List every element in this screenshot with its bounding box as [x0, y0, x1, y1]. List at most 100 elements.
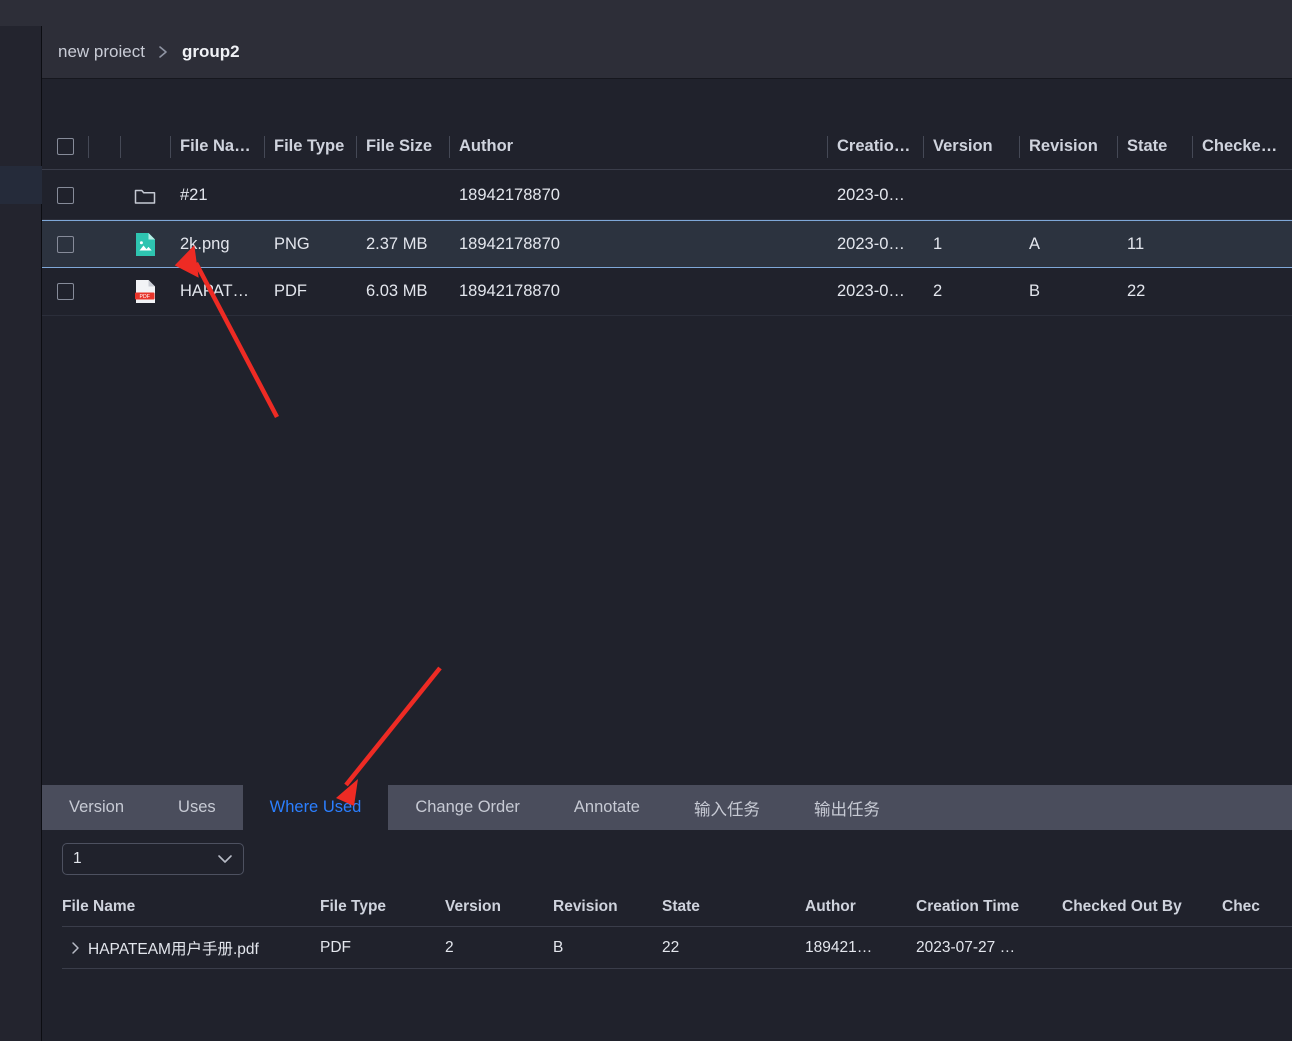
table-row[interactable]: #21 18942178870 2023-0…	[42, 172, 1292, 220]
cell-revision	[1019, 172, 1117, 219]
details-tab-bar: Version Uses Where Used Change Order Ann…	[42, 785, 1292, 830]
row-checkbox[interactable]	[56, 283, 74, 300]
cell-state: 11	[1117, 221, 1192, 267]
image-file-icon	[120, 221, 170, 267]
table-row[interactable]: HAPATEAM用户手册.pdf PDF 2 B 22 189421… 2023…	[62, 927, 1292, 969]
cell-file-type-text: PNG	[274, 234, 310, 253]
cell-file-name: 2k.png	[170, 221, 264, 267]
cell-author-text: 18942178870	[459, 282, 560, 300]
tab-change-order[interactable]: Change Order	[388, 785, 547, 830]
wu-column-header-author[interactable]: Author	[805, 898, 916, 916]
breadcrumb: new proiect group2	[42, 26, 1292, 79]
cell-revision-text: B	[1029, 282, 1041, 300]
tab-output-task[interactable]: 输出任务	[787, 785, 907, 830]
cell-creation-time-text: 2023-0…	[837, 234, 905, 253]
column-header-creation-time[interactable]: Creatio…	[827, 124, 923, 170]
row-checkbox[interactable]	[56, 187, 74, 204]
cell-file-name-text: 2k.png	[180, 234, 230, 253]
cell-checked-out-by	[1192, 268, 1284, 315]
rail-item-active[interactable]	[0, 166, 42, 204]
select-all-cell[interactable]	[42, 124, 88, 169]
column-header-checked-out-by-label: Checke…	[1202, 137, 1278, 155]
file-table-header: File Na… File Type File Size Author Crea…	[42, 124, 1292, 170]
cell-creation-time: 2023-0…	[827, 268, 923, 315]
chevron-down-icon	[217, 854, 233, 864]
tab-uses[interactable]: Uses	[151, 785, 243, 830]
cell-file-name-text: HAPAT…	[180, 282, 250, 300]
cell-file-type: PNG	[264, 221, 356, 267]
cell-creation-time: 2023-0…	[827, 221, 923, 267]
wu-cell-creation-time: 2023-07-27 …	[916, 938, 1016, 956]
wu-column-header-file-type[interactable]: File Type	[320, 898, 445, 916]
cell-file-size	[356, 172, 449, 219]
wu-column-header-state[interactable]: State	[662, 898, 805, 916]
tab-version[interactable]: Version	[42, 785, 151, 830]
title-bar	[0, 0, 1292, 26]
svg-text:PDF: PDF	[139, 294, 149, 300]
column-header-version[interactable]: Version	[923, 124, 1019, 170]
cell-version	[923, 172, 1019, 219]
where-used-table-header: File Name File Type Version Revision Sta…	[62, 887, 1292, 927]
select-all-checkbox[interactable]	[56, 138, 74, 155]
wu-column-header-checked-out-by[interactable]: Checked Out By	[1062, 898, 1222, 916]
cell-file-type-text: PDF	[274, 282, 307, 300]
column-header-file-name-label: File Na…	[180, 137, 251, 155]
wu-cell-version: 2	[445, 938, 454, 956]
level-select[interactable]: 1	[62, 843, 244, 875]
column-header-file-size-label: File Size	[366, 137, 433, 155]
cell-file-type: PDF	[264, 268, 356, 315]
column-header-author[interactable]: Author	[449, 124, 827, 170]
cell-author: 18942178870	[449, 172, 827, 219]
table-row[interactable]: PDF HAPAT… PDF 6.03 MB 18942178870 2023-…	[42, 268, 1292, 316]
application-window: new proiect group2 File Na… File Type Fi…	[0, 0, 1292, 1041]
row-spacer	[88, 221, 120, 267]
wu-cell-revision: B	[553, 938, 564, 956]
wu-column-header-version[interactable]: Version	[445, 898, 553, 916]
column-header-spacer-1	[88, 124, 120, 170]
cell-file-type	[264, 172, 356, 219]
wu-column-header-revision[interactable]: Revision	[553, 898, 662, 916]
row-checkbox-cell[interactable]	[42, 172, 88, 219]
row-checkbox-cell[interactable]	[42, 268, 88, 315]
wu-column-header-creation-time[interactable]: Creation Time	[916, 898, 1062, 916]
breadcrumb-item-current[interactable]: group2	[176, 42, 246, 62]
table-row[interactable]: 2k.png PNG 2.37 MB 18942178870 2023-0… 1…	[42, 220, 1292, 268]
column-header-state[interactable]: State	[1117, 124, 1192, 170]
column-header-file-type-label: File Type	[274, 137, 345, 155]
cell-file-name-text: #21	[180, 186, 208, 204]
column-header-version-label: Version	[933, 137, 993, 155]
cell-file-size-text: 2.37 MB	[366, 234, 428, 253]
cell-file-size-text: 6.03 MB	[366, 282, 428, 300]
wu-column-header-checked-out-at[interactable]: Chec	[1222, 898, 1282, 916]
column-header-revision[interactable]: Revision	[1019, 124, 1117, 170]
column-header-checked-out-by[interactable]: Checke…	[1192, 124, 1284, 170]
tab-where-used[interactable]: Where Used	[242, 785, 389, 830]
cell-version: 2	[923, 268, 1019, 315]
cell-checked-out-by	[1192, 172, 1284, 219]
cell-state	[1117, 172, 1192, 219]
row-spacer	[88, 268, 120, 315]
cell-state-text: 22	[1127, 282, 1146, 300]
tab-input-task[interactable]: 输入任务	[667, 785, 787, 830]
column-header-file-name[interactable]: File Na…	[170, 124, 264, 170]
row-checkbox[interactable]	[56, 235, 74, 253]
cell-state: 22	[1117, 268, 1192, 315]
column-header-author-label: Author	[459, 137, 514, 155]
rail-item-1[interactable]	[0, 86, 42, 124]
cell-author-text: 18942178870	[459, 186, 560, 204]
wu-cell-file-name-text: HAPATEAM用户手册.pdf	[88, 940, 259, 958]
cell-revision: B	[1019, 268, 1117, 315]
breadcrumb-item-root[interactable]: new proiect	[52, 42, 151, 62]
tab-annotate[interactable]: Annotate	[547, 785, 667, 830]
cell-creation-time: 2023-0…	[827, 172, 923, 219]
chevron-right-icon[interactable]	[62, 941, 88, 955]
wu-cell-file-name: HAPATEAM用户手册.pdf	[62, 937, 320, 959]
column-header-file-type[interactable]: File Type	[264, 124, 356, 170]
cell-checked-out-by	[1192, 221, 1284, 267]
column-header-revision-label: Revision	[1029, 137, 1098, 155]
row-checkbox-cell[interactable]	[42, 221, 88, 267]
wu-column-header-file-name[interactable]: File Name	[62, 898, 320, 916]
column-header-file-size[interactable]: File Size	[356, 124, 449, 170]
cell-file-name: HAPAT…	[170, 268, 264, 315]
left-rail	[0, 26, 42, 1041]
